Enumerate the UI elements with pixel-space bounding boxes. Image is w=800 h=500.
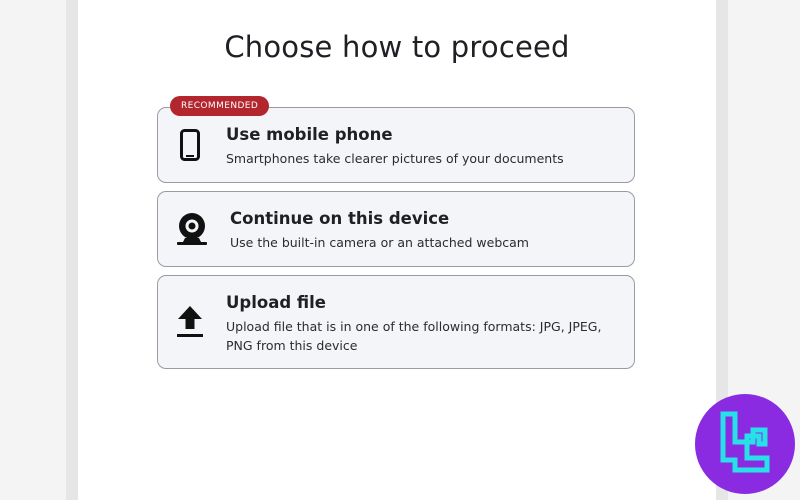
webcam-icon	[170, 192, 214, 266]
option-use-mobile-phone[interactable]: Use mobile phone Smartphones take cleare…	[157, 107, 635, 183]
verification-panel: Choose how to proceed Use mobile phone S…	[78, 0, 716, 500]
option-continue-on-device[interactable]: Continue on this device Use the built-in…	[157, 191, 635, 267]
option-title: Upload file	[226, 293, 326, 312]
smartphone-icon	[172, 108, 208, 182]
option-description: Upload file that is in one of the follow…	[226, 319, 602, 353]
option-title: Continue on this device	[230, 209, 450, 228]
option-upload-file[interactable]: Upload file Upload file that is in one o…	[157, 275, 635, 369]
screen: Choose how to proceed Use mobile phone S…	[0, 0, 800, 500]
option-title: Use mobile phone	[226, 125, 393, 144]
option-description: Smartphones take clearer pictures of you…	[226, 151, 564, 166]
option-description: Use the built-in camera or an attached w…	[230, 235, 529, 250]
left-gutter	[66, 0, 78, 500]
recommended-badge: RECOMMENDED	[170, 96, 270, 116]
brand-logo	[695, 394, 795, 494]
page-title: Choose how to proceed	[224, 30, 570, 64]
upload-icon	[172, 276, 208, 368]
